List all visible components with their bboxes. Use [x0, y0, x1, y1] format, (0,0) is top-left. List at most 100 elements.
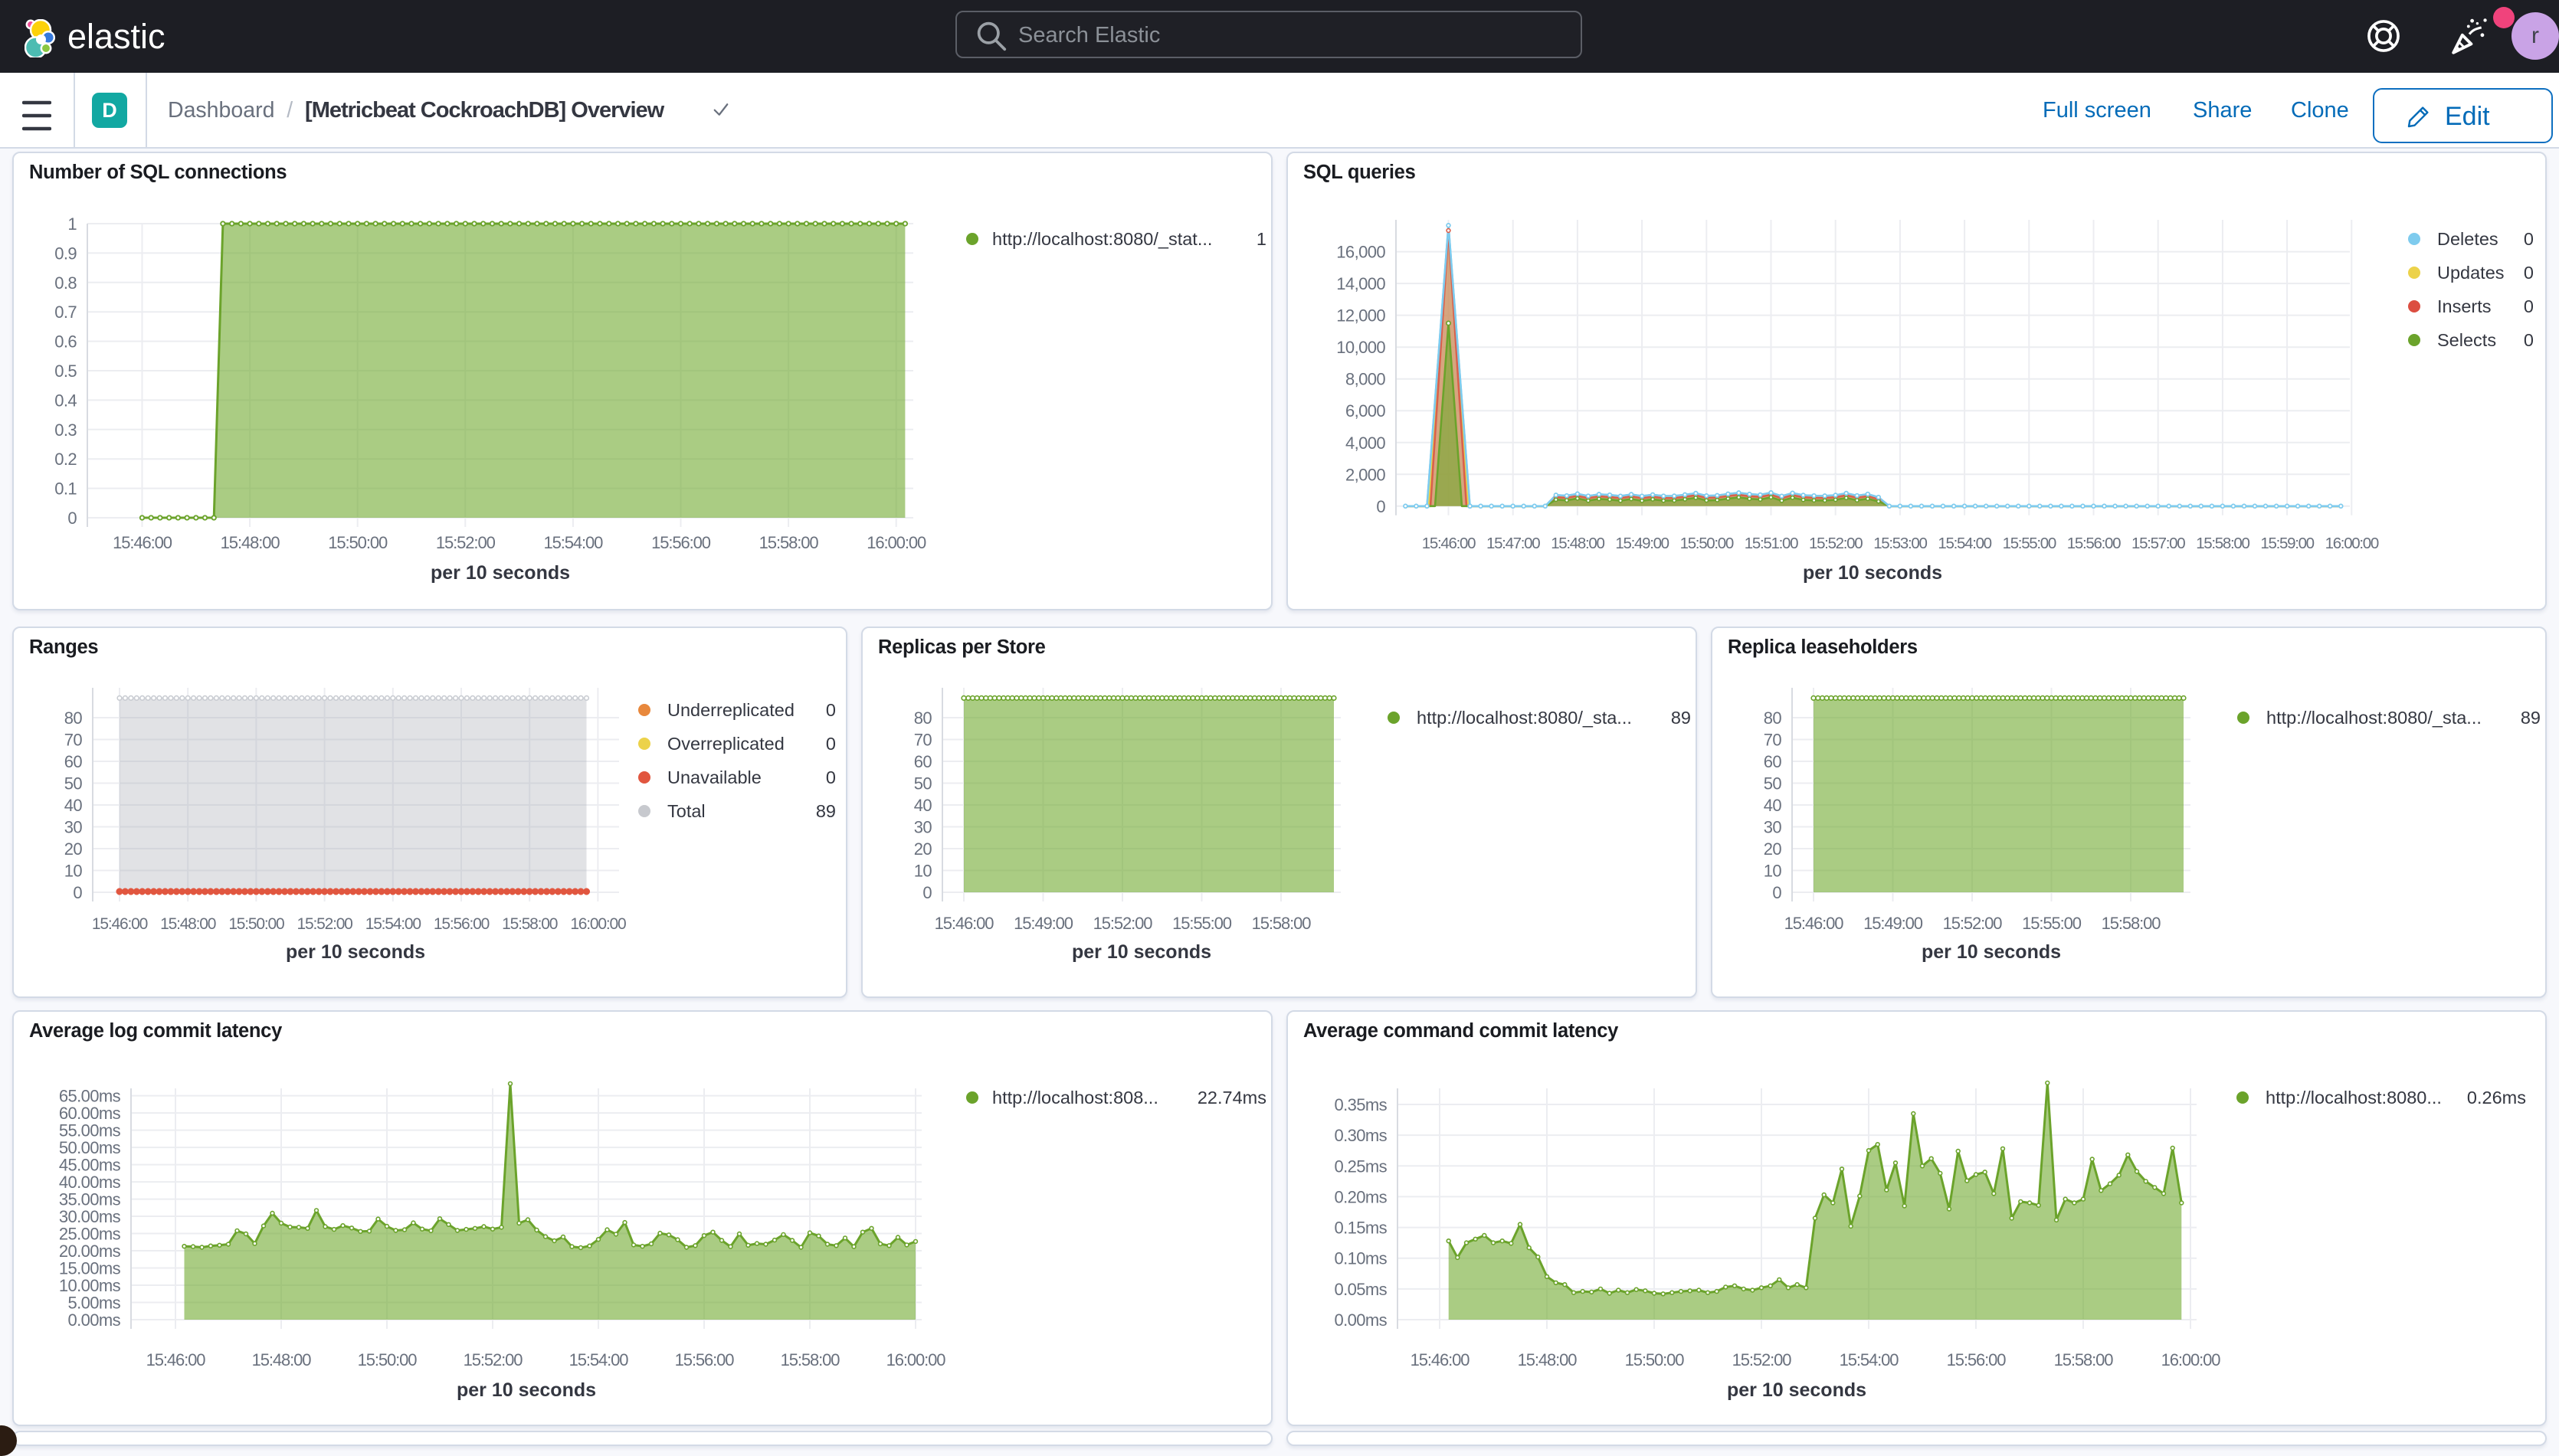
svg-text:10: 10 [914, 862, 932, 881]
svg-text:0: 0 [826, 767, 836, 787]
svg-text:15:58:00: 15:58:00 [2054, 1350, 2114, 1369]
svg-text:15:52:00: 15:52:00 [297, 915, 353, 933]
svg-text:55.00ms: 55.00ms [59, 1121, 121, 1140]
svg-text:0.10ms: 0.10ms [1334, 1249, 1387, 1268]
svg-text:40.00ms: 40.00ms [59, 1173, 121, 1192]
svg-text:15:58:00: 15:58:00 [781, 1350, 840, 1369]
svg-text:0.30ms: 0.30ms [1334, 1126, 1387, 1145]
svg-text:20: 20 [914, 839, 932, 859]
svg-text:0.25ms: 0.25ms [1334, 1157, 1387, 1176]
svg-text:80: 80 [1764, 708, 1782, 728]
svg-text:15:54:00: 15:54:00 [1840, 1350, 1899, 1369]
svg-text:15:50:00: 15:50:00 [1625, 1350, 1685, 1369]
svg-text:0: 0 [67, 509, 77, 528]
svg-text:50: 50 [914, 774, 932, 793]
svg-text:50: 50 [64, 774, 83, 793]
svg-text:0: 0 [2524, 263, 2534, 283]
svg-text:15:58:00: 15:58:00 [2196, 535, 2249, 552]
svg-text:0: 0 [826, 734, 836, 754]
svg-text:Underreplicated: Underreplicated [667, 700, 795, 720]
svg-text:15:52:00: 15:52:00 [1943, 914, 2003, 933]
svg-text:15:49:00: 15:49:00 [1863, 914, 1923, 933]
svg-text:Overreplicated: Overreplicated [667, 734, 785, 754]
svg-text:http://localhost:8080/_sta...: http://localhost:8080/_sta... [2266, 708, 2482, 728]
svg-text:per 10 seconds: per 10 seconds [1803, 562, 1942, 584]
svg-text:per 10 seconds: per 10 seconds [431, 562, 570, 584]
svg-text:15:50:00: 15:50:00 [1680, 535, 1734, 552]
svg-text:15:48:00: 15:48:00 [1518, 1350, 1578, 1369]
svg-text:4,000: 4,000 [1345, 434, 1385, 453]
svg-text:15.00ms: 15.00ms [59, 1259, 121, 1278]
svg-text:15:48:00: 15:48:00 [221, 533, 280, 552]
svg-text:40: 40 [914, 796, 932, 815]
svg-text:6,000: 6,000 [1345, 401, 1385, 420]
svg-text:15:56:00: 15:56:00 [434, 915, 490, 933]
svg-text:15:46:00: 15:46:00 [935, 914, 994, 933]
svg-text:10: 10 [1764, 862, 1782, 881]
svg-text:25.00ms: 25.00ms [59, 1225, 121, 1244]
svg-text:0: 0 [73, 883, 82, 902]
svg-text:20.00ms: 20.00ms [59, 1242, 121, 1261]
svg-text:0.8: 0.8 [54, 273, 77, 293]
svg-text:Inserts: Inserts [2437, 296, 2492, 316]
svg-text:0.6: 0.6 [54, 332, 77, 352]
svg-text:15:56:00: 15:56:00 [675, 1350, 735, 1369]
svg-text:15:54:00: 15:54:00 [365, 915, 421, 933]
svg-text:15:54:00: 15:54:00 [543, 533, 603, 552]
svg-text:65.00ms: 65.00ms [59, 1087, 121, 1106]
svg-text:15:55:00: 15:55:00 [2003, 535, 2056, 552]
svg-text:per 10 seconds: per 10 seconds [1727, 1379, 1866, 1401]
svg-text:20: 20 [64, 839, 83, 859]
svg-text:16:00:00: 16:00:00 [886, 1350, 946, 1369]
svg-text:0.05ms: 0.05ms [1334, 1280, 1387, 1299]
svg-text:5.00ms: 5.00ms [67, 1294, 120, 1313]
svg-text:15:46:00: 15:46:00 [92, 915, 148, 933]
svg-text:10: 10 [64, 862, 83, 881]
svg-text:35.00ms: 35.00ms [59, 1190, 121, 1209]
svg-text:Total: Total [667, 801, 706, 821]
svg-text:12,000: 12,000 [1336, 306, 1385, 326]
svg-text:16:00:00: 16:00:00 [2161, 1350, 2221, 1369]
svg-text:15:53:00: 15:53:00 [1873, 535, 1927, 552]
svg-text:15:52:00: 15:52:00 [464, 1350, 523, 1369]
svg-text:Deletes: Deletes [2437, 229, 2498, 249]
svg-text:Selects: Selects [2437, 330, 2496, 350]
svg-text:89: 89 [816, 801, 836, 821]
svg-text:0.7: 0.7 [54, 303, 77, 322]
svg-text:15:58:00: 15:58:00 [2102, 914, 2161, 933]
svg-text:50.00ms: 50.00ms [59, 1138, 121, 1157]
svg-text:Unavailable: Unavailable [667, 767, 762, 787]
svg-text:0.3: 0.3 [54, 420, 77, 440]
svg-text:15:52:00: 15:52:00 [1809, 535, 1863, 552]
svg-text:16:00:00: 16:00:00 [867, 533, 926, 552]
svg-text:15:56:00: 15:56:00 [2067, 535, 2121, 552]
svg-text:15:48:00: 15:48:00 [252, 1350, 312, 1369]
svg-text:15:46:00: 15:46:00 [113, 533, 172, 552]
svg-text:0.15ms: 0.15ms [1334, 1219, 1387, 1238]
svg-text:http://localhost:8080...: http://localhost:8080... [2266, 1088, 2442, 1108]
svg-text:15:49:00: 15:49:00 [1014, 914, 1073, 933]
svg-text:15:54:00: 15:54:00 [569, 1350, 629, 1369]
svg-text:15:57:00: 15:57:00 [2131, 535, 2185, 552]
svg-text:15:47:00: 15:47:00 [1486, 535, 1540, 552]
svg-text:0: 0 [922, 883, 932, 902]
svg-text:0.1: 0.1 [54, 479, 77, 499]
svg-text:60.00ms: 60.00ms [59, 1104, 121, 1123]
svg-text:15:55:00: 15:55:00 [1172, 914, 1232, 933]
svg-text:0: 0 [826, 700, 836, 720]
svg-text:15:58:00: 15:58:00 [502, 915, 558, 933]
svg-text:per 10 seconds: per 10 seconds [1072, 941, 1211, 963]
svg-text:per 10 seconds: per 10 seconds [1922, 941, 2061, 963]
svg-text:15:46:00: 15:46:00 [146, 1350, 206, 1369]
svg-text:15:46:00: 15:46:00 [1411, 1350, 1470, 1369]
svg-text:70: 70 [914, 731, 932, 750]
svg-text:30: 30 [1764, 818, 1782, 837]
svg-text:14,000: 14,000 [1336, 274, 1385, 293]
svg-text:0: 0 [2524, 296, 2534, 316]
svg-text:15:50:00: 15:50:00 [358, 1350, 418, 1369]
svg-text:15:56:00: 15:56:00 [1947, 1350, 2007, 1369]
svg-text:1: 1 [67, 214, 77, 234]
svg-text:15:54:00: 15:54:00 [1938, 535, 1991, 552]
svg-text:16,000: 16,000 [1336, 243, 1385, 262]
svg-text:20: 20 [1764, 839, 1782, 859]
